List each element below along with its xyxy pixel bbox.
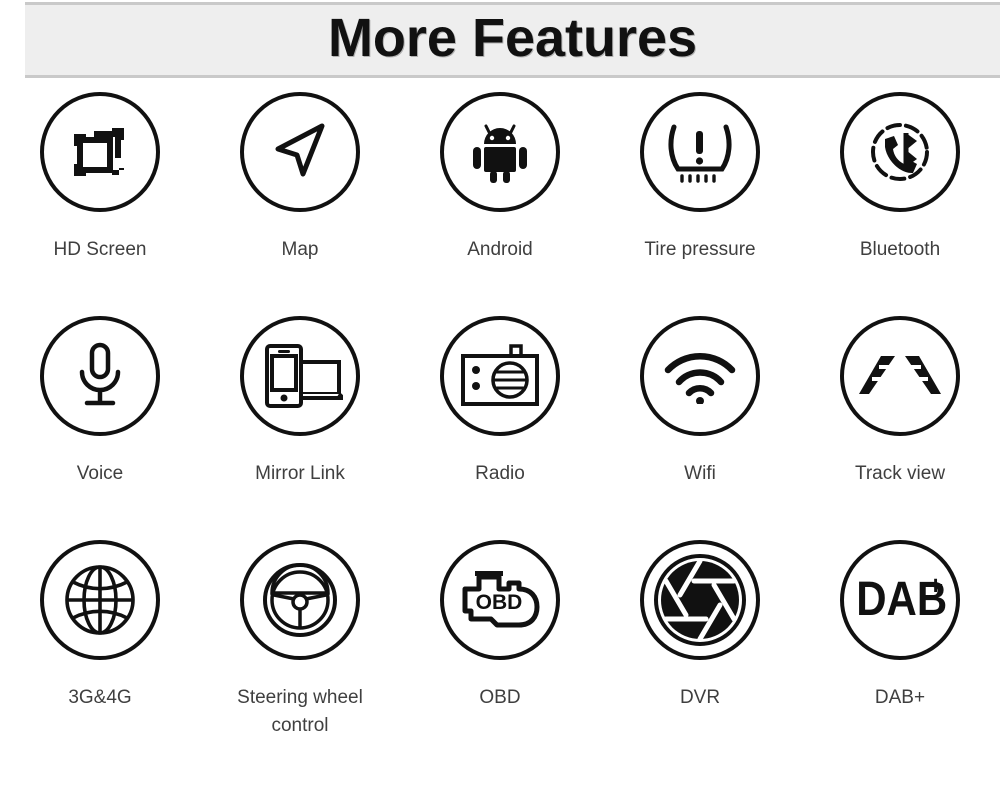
- camera-aperture-icon: [640, 540, 760, 660]
- feature-row: HD Screen Map Android Tire pressure Blue…: [0, 92, 1000, 316]
- feature-item-steering-wheel-control[interactable]: Steering wheel control: [200, 540, 400, 764]
- feature-item-radio[interactable]: Radio: [400, 316, 600, 540]
- feature-item-bluetooth[interactable]: Bluetooth: [800, 92, 1000, 316]
- feature-label: Wifi: [684, 463, 716, 484]
- feature-label: Bluetooth: [859, 239, 941, 260]
- svg-text:OBD: OBD: [476, 591, 523, 614]
- navigation-arrow-icon: [240, 92, 360, 212]
- android-robot-icon: [440, 92, 560, 212]
- microphone-icon: [40, 316, 160, 436]
- steering-wheel-icon: [240, 540, 360, 660]
- feature-label: Map: [281, 239, 319, 260]
- bluetooth-handset-icon: [840, 92, 960, 212]
- feature-label: Tire pressure: [644, 239, 756, 260]
- globe-grid-icon: [40, 540, 160, 660]
- svg-text:+: +: [928, 574, 943, 600]
- feature-item-mirror-link[interactable]: Mirror Link: [200, 316, 400, 540]
- parking-track-lines-icon: [840, 316, 960, 436]
- feature-item-wifi[interactable]: Wifi: [600, 316, 800, 540]
- wifi-signal-icon: [640, 316, 760, 436]
- feature-row: Voice Mirror Link Radio Wifi Track view: [0, 316, 1000, 540]
- phone-screen-mirror-icon: [240, 316, 360, 436]
- feature-row: 3G&4G Steering wheel control OBD OBD DVR…: [0, 540, 1000, 764]
- feature-item-map[interactable]: Map: [200, 92, 400, 316]
- feature-label: OBD: [479, 687, 521, 708]
- feature-label: Android: [467, 239, 533, 260]
- feature-label: HD Screen: [53, 239, 147, 260]
- engine-obd-icon: OBD: [440, 540, 560, 660]
- feature-label: DVR: [679, 687, 721, 708]
- feature-item-dab-plus[interactable]: DAB + DAB+: [800, 540, 1000, 764]
- feature-label: 3G&4G: [68, 687, 132, 708]
- page-title: More Features: [327, 8, 698, 68]
- feature-label: Radio: [475, 463, 525, 484]
- feature-item-dvr[interactable]: DVR: [600, 540, 800, 764]
- tire-pressure-warning-icon: [640, 92, 760, 212]
- dab-plus-logo-icon: DAB +: [840, 540, 960, 660]
- feature-label: Track view: [854, 463, 946, 484]
- feature-item-hd-screen[interactable]: HD Screen: [0, 92, 200, 316]
- feature-item-tire-pressure[interactable]: Tire pressure: [600, 92, 800, 316]
- feature-label: DAB+: [874, 687, 926, 708]
- feature-item-voice[interactable]: Voice: [0, 316, 200, 540]
- feature-item-obd[interactable]: OBD OBD: [400, 540, 600, 764]
- features-grid: HD Screen Map Android Tire pressure Blue…: [0, 92, 1000, 764]
- feature-item-track-view[interactable]: Track view: [800, 316, 1000, 540]
- feature-label: Voice: [76, 463, 124, 484]
- radio-receiver-icon: [440, 316, 560, 436]
- feature-label: Steering wheel control: [237, 687, 363, 736]
- page-header: More Features: [25, 2, 1000, 78]
- hd-screen-icon: [40, 92, 160, 212]
- feature-label: Mirror Link: [255, 463, 345, 484]
- feature-item-3g-4g[interactable]: 3G&4G: [0, 540, 200, 764]
- feature-item-android[interactable]: Android: [400, 92, 600, 316]
